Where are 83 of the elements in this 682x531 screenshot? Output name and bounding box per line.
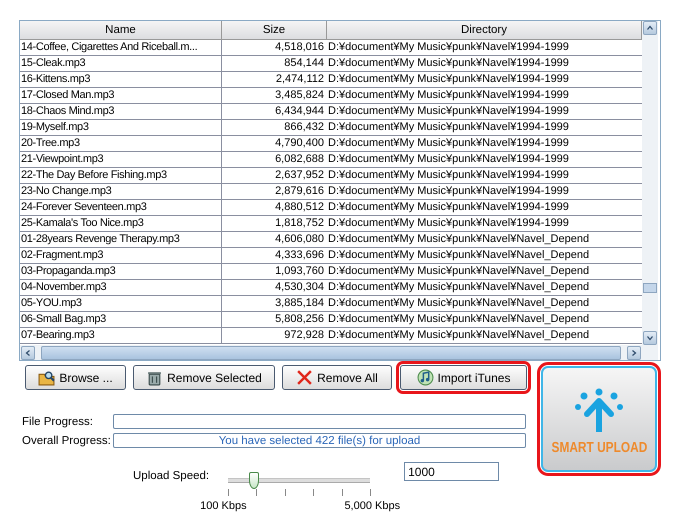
table-cell-text: D:¥document¥My Music¥punk¥Navel¥1994-1999	[327, 88, 570, 103]
table-cell-text: 866,432	[283, 120, 325, 135]
table-cell-text: 4,790,400	[274, 136, 325, 151]
cross-icon	[296, 369, 314, 386]
table-cell-text: 2,637,952	[274, 168, 325, 183]
table-cell: 04-November.mp3	[20, 280, 222, 295]
scroll-thumb[interactable]	[643, 283, 657, 293]
table-cell-text: 4,880,512	[274, 200, 325, 215]
table-cell: 21-Viewpoint.mp3	[20, 152, 222, 167]
table-cell-text: 3,885,184	[274, 296, 325, 311]
table-cell-text: D:¥document¥My Music¥punk¥Navel¥1994-1999	[327, 72, 570, 87]
remove-selected-button[interactable]: Remove Selected	[133, 365, 275, 390]
table-cell-text: 6,082,688	[274, 152, 325, 167]
table-cell-text: 4,606,080	[274, 232, 325, 247]
table-cell-text: D:¥document¥My Music¥punk¥Navel¥1994-1999	[327, 40, 570, 55]
slider-thumb[interactable]	[248, 472, 259, 489]
table-cell-text: 1,093,760	[274, 264, 325, 279]
music-note-icon	[416, 369, 434, 386]
table-cell: 02-Fragment.mp3	[20, 248, 222, 263]
upload-arrow-icon	[573, 388, 625, 432]
table-cell-text: D:¥document¥My Music¥punk¥Navel¥1994-1999	[327, 120, 570, 135]
table-cell-text: 3,485,824	[274, 88, 325, 103]
table-cell-text: D:¥document¥My Music¥punk¥Navel¥Navel_Depend	[327, 280, 590, 295]
table-cell-text: D:¥document¥My Music¥punk¥Navel¥1994-1999	[327, 152, 570, 167]
scroll-left-button[interactable]	[21, 346, 35, 360]
table-cell: 25-Kamala's Too Nice.mp3	[20, 216, 222, 231]
table-cell: 14-Coffee, Cigarettes And Riceball.m...	[20, 40, 222, 55]
progress-label: File Progress:	[22, 416, 94, 428]
scroll-up-button[interactable]	[643, 21, 657, 35]
table-cell-text: 972,928	[283, 328, 325, 343]
progress-message: You have selected 422 file(s) for upload	[218, 434, 420, 446]
trash-can-icon	[146, 369, 164, 386]
table-cell: 23-No Change.mp3	[20, 184, 222, 199]
speed-label: Upload Speed:	[133, 470, 210, 484]
scale-label: 100 Kbps	[200, 500, 247, 512]
column-header[interactable]: Name	[20, 21, 222, 39]
file-list[interactable]	[19, 20, 661, 361]
folder-icon	[38, 369, 56, 386]
table-cell-text: D:¥document¥My Music¥punk¥Navel¥1994-1999	[327, 184, 570, 199]
table-cell-text: 6,434,944	[274, 104, 325, 119]
table-cell-text: D:¥document¥My Music¥punk¥Navel¥1994-1999	[327, 104, 570, 119]
table-cell-text: D:¥document¥My Music¥punk¥Navel¥Navel_Depend	[327, 328, 590, 343]
speed-input-field[interactable]: 1000	[404, 462, 500, 481]
table-cell: 07-Bearing.mp3	[20, 328, 222, 343]
table-cell-text: 2,879,616	[274, 184, 325, 199]
table-cell: 19-Myself.mp3	[20, 120, 222, 135]
scroll-right-button[interactable]	[627, 346, 641, 360]
table-cell: 03-Propaganda.mp3	[20, 264, 222, 279]
vertical-scrollbar[interactable]	[642, 21, 658, 345]
table-cell: 24-Forever Seventeen.mp3	[20, 200, 222, 215]
table-cell-text: D:¥document¥My Music¥punk¥Navel¥Navel_Depend	[327, 264, 590, 279]
table-cell: 15-Cleak.mp3	[20, 56, 222, 71]
table-cell: 17-Closed Man.mp3	[20, 88, 222, 103]
table-cell-text: 4,333,696	[274, 248, 325, 263]
table-cell: 06-Small Bag.mp3	[20, 312, 222, 327]
scale-label: 5,000 Kbps	[344, 500, 400, 512]
table-cell-text: 1,818,752	[274, 216, 325, 231]
table-cell: 20-Tree.mp3	[20, 136, 222, 151]
table-cell-text: 854,144	[283, 56, 325, 71]
table-cell-text: D:¥document¥My Music¥punk¥Navel¥1994-1999	[327, 200, 570, 215]
progress-label: Overall Progress:	[22, 434, 112, 446]
table-cell: 16-Kittens.mp3	[20, 72, 222, 87]
remove-all-button[interactable]: Remove All	[282, 365, 392, 390]
table-cell-text: D:¥document¥My Music¥punk¥Navel¥Navel_Depend	[327, 232, 590, 247]
scrollbar-corner	[642, 345, 658, 360]
scroll-down-button[interactable]	[643, 331, 657, 345]
table-cell-text: D:¥document¥My Music¥punk¥Navel¥1994-1999	[327, 136, 570, 151]
table-cell-text: 4,518,016	[274, 40, 325, 55]
table-cell-text: D:¥document¥My Music¥punk¥Navel¥1994-1999	[327, 168, 570, 183]
table-cell: 01-28years Revenge Therapy.mp3	[20, 232, 222, 247]
table-cell-text: D:¥document¥My Music¥punk¥Navel¥Navel_Depend	[327, 312, 590, 327]
table-cell-text: 4,530,304	[274, 280, 325, 295]
column-header[interactable]: Size	[222, 21, 327, 39]
table-cell-text: 5,808,256	[274, 312, 325, 327]
table-cell: 05-YOU.mp3	[20, 296, 222, 311]
browse-button[interactable]: Browse ...	[25, 365, 126, 390]
table-cell-text: D:¥document¥My Music¥punk¥Navel¥Navel_Depend	[327, 296, 590, 311]
table-cell: 18-Chaos Mind.mp3	[20, 104, 222, 119]
table-cell: 22-The Day Before Fishing.mp3	[20, 168, 222, 183]
table-cell-text: 2,474,112	[274, 72, 325, 87]
table-cell-text: D:¥document¥My Music¥punk¥Navel¥1994-1999	[327, 216, 570, 231]
table-cell-text: D:¥document¥My Music¥punk¥Navel¥1994-1999	[327, 56, 570, 71]
table-cell-text: D:¥document¥My Music¥punk¥Navel¥Navel_Depend	[327, 248, 590, 263]
